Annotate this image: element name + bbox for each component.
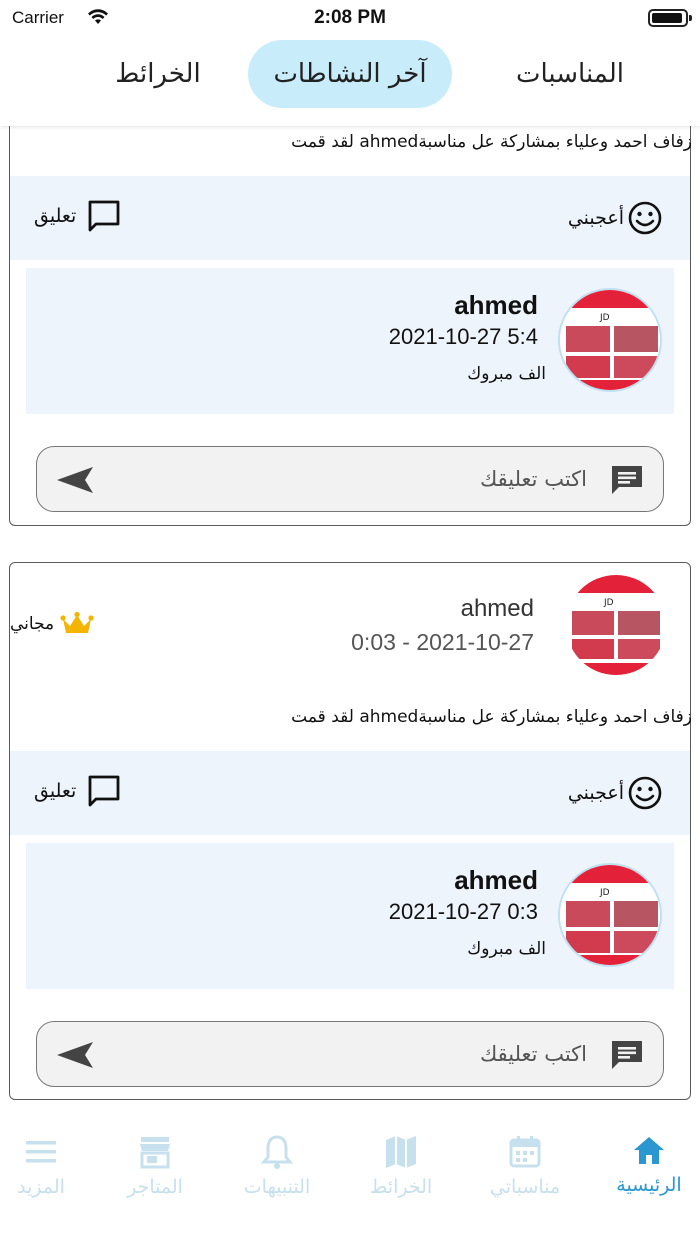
plan-badge: مجاني <box>10 611 94 637</box>
nav-label: الرئيسية <box>616 1174 682 1196</box>
calendar-icon <box>509 1136 541 1168</box>
comment-input-box <box>36 1021 664 1087</box>
comment-author: ahmed <box>454 290 538 320</box>
store-icon <box>140 1137 170 1169</box>
message-icon <box>609 463 645 501</box>
comment-text: الف مبروك <box>467 364 546 384</box>
comment-author: ahmed <box>454 865 538 895</box>
svg-text:JD: JD <box>599 888 610 898</box>
like-label: أعجبني <box>567 782 624 804</box>
nav-my-occasions[interactable]: مناسباتي <box>470 1134 580 1198</box>
like-label: أعجبني <box>567 207 624 229</box>
tab-occasions[interactable]: المناسبات <box>470 40 670 108</box>
nav-more[interactable]: المزيد <box>0 1134 96 1198</box>
tab-maps[interactable]: الخرائط <box>76 40 240 108</box>
comment-label: تعليق <box>34 780 77 802</box>
activity-actions: أعجبني تعليق <box>10 751 690 835</box>
smile-icon <box>628 201 662 235</box>
comment-icon <box>88 775 120 807</box>
comment-text: الف مبروك <box>467 939 546 959</box>
like-button[interactable]: أعجبني <box>568 775 662 811</box>
smile-icon <box>628 776 662 810</box>
tab-latest-activities[interactable]: آخر النشاطات <box>248 40 452 108</box>
comment-input-box <box>36 446 664 512</box>
post-header: JD ahmed 0:03 - 2021-10-27 مجاني <box>10 563 690 683</box>
post-date: 0:03 - 2021-10-27 <box>351 629 534 655</box>
activity-actions: أعجبني تعليق <box>10 176 690 260</box>
comment-date: 2021-10-27 5:4 <box>388 324 538 349</box>
activity-message: زفاف احمد وعلياء بمشاركة عل مناسبةahmed … <box>291 707 692 727</box>
activity-card: زفاف احمد وعلياء بمشاركة عل مناسبةahmed … <box>9 126 692 526</box>
avatar: JD <box>558 288 662 392</box>
comment-input[interactable] <box>167 461 587 497</box>
comment-label: تعليق <box>34 205 77 227</box>
message-icon <box>609 1038 645 1076</box>
activity-feed: زفاف احمد وعلياء بمشاركة عل مناسبةahmed … <box>0 126 700 1126</box>
nav-maps[interactable]: الخرائط <box>346 1134 456 1198</box>
nav-label: المزيد <box>17 1176 65 1198</box>
comment-button[interactable]: تعليق <box>34 198 122 234</box>
map-icon <box>386 1136 416 1168</box>
comment-item: JD ahmed 2021-10-27 5:4 الف مبروك <box>26 268 674 414</box>
nav-notifications[interactable]: التنبيهات <box>222 1134 332 1198</box>
avatar: JD <box>558 863 662 967</box>
post-author: ahmed <box>460 595 534 622</box>
bell-icon <box>260 1135 294 1169</box>
top-tabs: المناسبات آخر النشاطات الخرائط <box>0 38 700 126</box>
comment-date: 2021-10-27 0:3 <box>388 899 538 924</box>
activity-card: JD ahmed 0:03 - 2021-10-27 مجاني زفاف اح… <box>9 562 692 1100</box>
plan-badge-label: مجاني <box>10 614 55 634</box>
menu-icon <box>26 1141 56 1163</box>
comment-icon <box>88 200 120 232</box>
nav-label: المتاجر <box>127 1176 183 1198</box>
svg-text:JD: JD <box>599 313 610 323</box>
like-button[interactable]: أعجبني <box>568 200 662 236</box>
nav-stores[interactable]: المتاجر <box>100 1134 210 1198</box>
activity-message: زفاف احمد وعلياء بمشاركة عل مناسبةahmed … <box>291 132 692 152</box>
bottom-nav: الرئيسية مناسباتي الخرائط التنبيهات المت… <box>0 1126 700 1244</box>
home-icon <box>634 1137 664 1164</box>
nav-label: التنبيهات <box>243 1176 311 1198</box>
nav-label: الخرائط <box>369 1176 433 1198</box>
clock: 2:08 PM <box>314 7 386 28</box>
status-bar: Carrier 2:08 PM <box>0 0 700 36</box>
battery-icon <box>648 9 692 27</box>
send-icon[interactable] <box>55 465 95 499</box>
comment-item: JD ahmed 2021-10-27 0:3 الف مبروك <box>26 843 674 989</box>
avatar: JD <box>566 575 666 675</box>
comment-input[interactable] <box>167 1036 587 1072</box>
crown-icon <box>60 611 94 633</box>
svg-text:JD: JD <box>603 598 614 608</box>
nav-label: مناسباتي <box>489 1176 561 1198</box>
send-icon[interactable] <box>55 1040 95 1074</box>
nav-home[interactable]: الرئيسية <box>594 1134 700 1196</box>
comment-button[interactable]: تعليق <box>34 773 122 809</box>
